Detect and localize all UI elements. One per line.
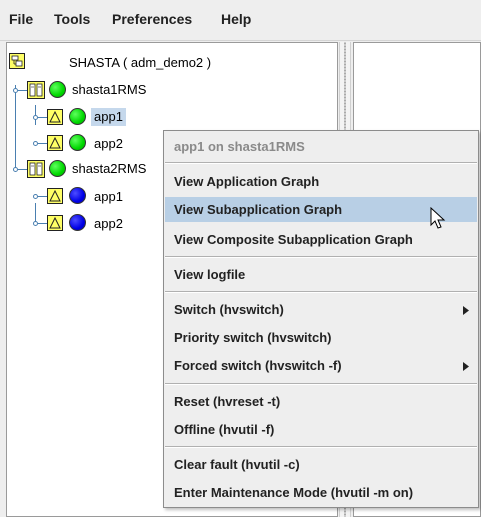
tree-line [38, 196, 47, 197]
mouse-pointer-icon [430, 207, 446, 229]
tree-node-label: shasta1RMS [72, 82, 147, 97]
status-online-icon [49, 160, 66, 177]
menu-preferences[interactable]: Preferences [112, 11, 192, 27]
tree-node-label: shasta2RMS [72, 161, 147, 176]
tree-line [38, 223, 47, 224]
switch-item[interactable]: Switch (hvswitch) [165, 297, 477, 322]
status-online-icon [69, 134, 86, 151]
tree-line [15, 85, 16, 169]
menu-separator [165, 256, 477, 258]
cluster-icon [9, 53, 25, 72]
reset-item[interactable]: Reset (hvreset -t) [165, 389, 477, 414]
menu-separator [165, 446, 477, 448]
view-application-graph-item[interactable]: View Application Graph [165, 169, 477, 194]
submenu-arrow-icon [463, 306, 469, 315]
warning-triangle-icon [47, 188, 63, 204]
status-offline-icon [69, 187, 86, 204]
menu-tools[interactable]: Tools [54, 11, 90, 27]
menu-separator [165, 162, 477, 164]
tree-node-label: app2 [94, 136, 123, 151]
tree-line [18, 169, 27, 170]
submenu-arrow-icon [463, 362, 469, 371]
priority-switch-item[interactable]: Priority switch (hvswitch) [165, 325, 477, 350]
tree-node-label: app1 [94, 189, 123, 204]
warning-triangle-icon [47, 135, 63, 151]
tree-node-label: app2 [94, 216, 123, 231]
menu-file[interactable]: File [9, 11, 33, 27]
status-online-icon [49, 81, 66, 98]
view-logfile-item[interactable]: View logfile [165, 262, 477, 287]
menu-bar: File Tools Preferences Help [0, 0, 481, 41]
status-online-icon [69, 108, 86, 125]
context-menu: app1 on shasta1RMS View Application Grap… [163, 130, 479, 508]
tree-line [18, 90, 27, 91]
tree-line [38, 143, 47, 144]
menu-separator [165, 291, 477, 293]
enter-maintenance-mode-item[interactable]: Enter Maintenance Mode (hvutil -m on) [165, 480, 477, 505]
menu-help[interactable]: Help [221, 11, 251, 27]
status-offline-icon [69, 214, 86, 231]
forced-switch-item[interactable]: Forced switch (hvswitch -f) [165, 353, 477, 378]
clear-fault-item[interactable]: Clear fault (hvutil -c) [165, 452, 477, 477]
tree-root-label: SHASTA ( adm_demo2 ) [69, 55, 212, 70]
warning-triangle-icon [47, 215, 63, 231]
context-menu-header: app1 on shasta1RMS [174, 139, 305, 154]
offline-item[interactable]: Offline (hvutil -f) [165, 417, 477, 442]
tree-node-label: app1 [91, 108, 126, 126]
warning-triangle-icon [47, 109, 63, 125]
host-book-icon [27, 160, 45, 181]
menu-separator [165, 383, 477, 385]
host-book-icon [27, 81, 45, 102]
tree-line [38, 117, 47, 118]
